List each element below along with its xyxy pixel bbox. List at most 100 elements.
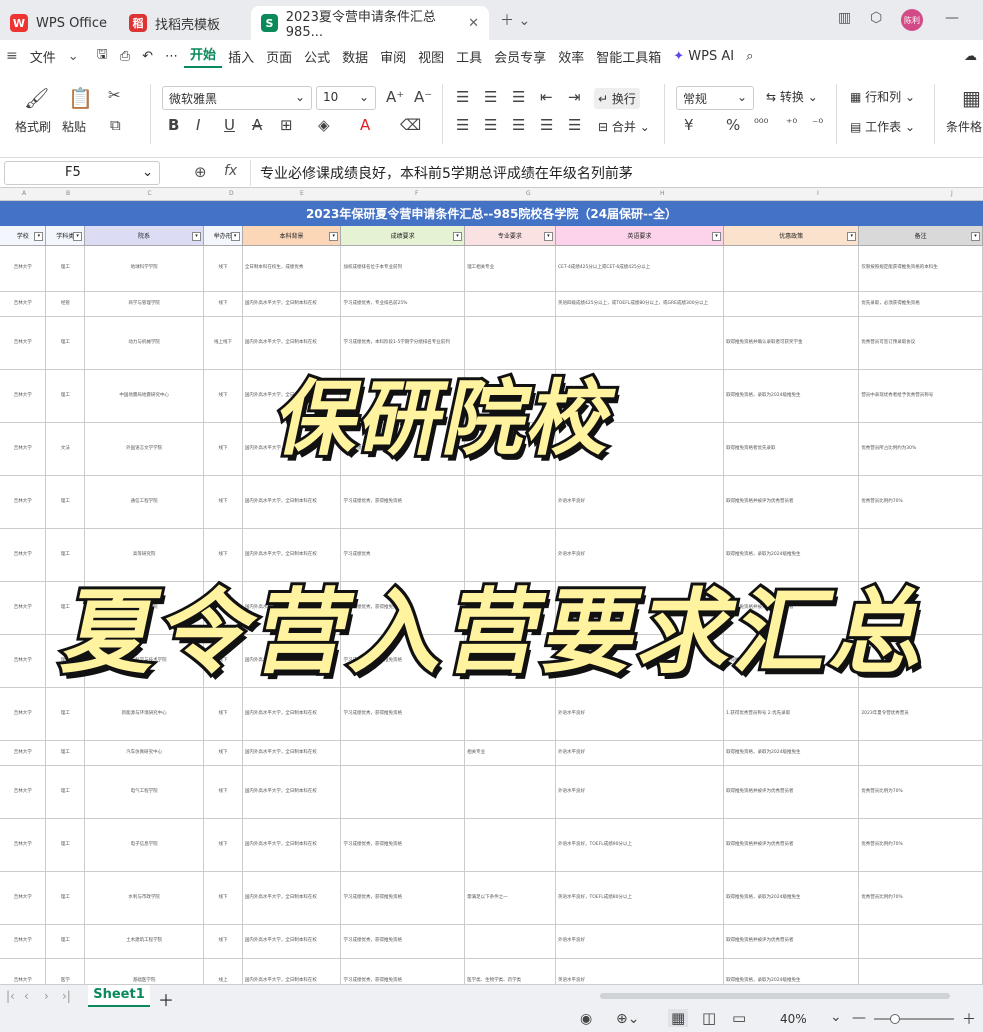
filter-dropdown-icon[interactable]: ▾ bbox=[971, 232, 981, 241]
table-cell[interactable]: 吉林大学 bbox=[0, 766, 47, 818]
table-cell[interactable]: 基础医学院 bbox=[85, 959, 205, 984]
formula-content[interactable]: 专业必修课成绩良好，本科前5学期总评成绩在年级名列前茅 bbox=[260, 163, 633, 183]
indent-icon[interactable]: ⇥ bbox=[568, 88, 581, 106]
table-cell[interactable]: 吉林大学 bbox=[0, 423, 47, 475]
table-cell[interactable]: 国内外高水平大学，全日制本科在校 bbox=[243, 688, 342, 740]
table-cell[interactable] bbox=[465, 688, 556, 740]
column-letter[interactable]: B bbox=[66, 190, 70, 197]
table-cell[interactable]: 理工 bbox=[46, 688, 86, 740]
table-cell[interactable]: 线下 bbox=[204, 476, 243, 528]
save-icon[interactable]: 🖫 bbox=[91, 45, 114, 67]
more-icon[interactable]: ⋯ bbox=[159, 49, 184, 64]
column-header[interactable]: 专业要求 ▾ bbox=[464, 226, 556, 246]
table-cell[interactable]: 吉林大学 bbox=[0, 476, 47, 528]
table-cell[interactable]: 线下 bbox=[204, 688, 243, 740]
table-cell[interactable]: 国内外高水平大学，全日制本科在校 bbox=[243, 766, 342, 818]
table-cell[interactable] bbox=[465, 925, 556, 958]
table-cell[interactable]: 新能源与环境研究中心 bbox=[85, 688, 205, 740]
table-cell[interactable] bbox=[465, 766, 556, 818]
table-cell[interactable]: 取得推免资格并被评为优秀营员者 bbox=[724, 766, 860, 818]
align-right-icon[interactable]: ☰ bbox=[512, 116, 525, 134]
column-letter[interactable]: F bbox=[415, 190, 418, 197]
table-cell[interactable]: 理工 bbox=[46, 741, 86, 765]
table-cell[interactable] bbox=[724, 292, 860, 316]
menu-vip[interactable]: 会员专享 bbox=[488, 47, 552, 66]
zoom-level[interactable]: 40% bbox=[780, 1012, 807, 1026]
filter-dropdown-icon[interactable]: ▾ bbox=[191, 232, 201, 241]
table-cell[interactable]: 优秀营员比例约70% bbox=[859, 476, 983, 528]
table-cell[interactable]: 吉林大学 bbox=[0, 959, 47, 984]
currency-icon[interactable]: ¥ bbox=[684, 116, 694, 134]
table-cell[interactable]: 中国地震局地震研究中心 bbox=[85, 370, 205, 422]
table-cell[interactable]: 相关专业 bbox=[465, 741, 556, 765]
align-middle-icon[interactable]: ☰ bbox=[484, 88, 497, 106]
column-header[interactable]: 学校 ▾ bbox=[0, 226, 47, 246]
table-cell[interactable]: 医学类、生物学类、药学类 bbox=[465, 959, 556, 984]
column-letter[interactable]: E bbox=[300, 190, 304, 197]
table-cell[interactable]: 土木建筑工程学院 bbox=[85, 925, 205, 958]
table-cell[interactable] bbox=[341, 741, 466, 765]
eye-icon[interactable]: ◉ bbox=[580, 1011, 592, 1027]
name-box[interactable]: F5 ⌄ bbox=[4, 161, 160, 185]
table-cell[interactable] bbox=[465, 476, 556, 528]
table-cell[interactable]: 商学与管理学院 bbox=[85, 292, 205, 316]
worksheet-button[interactable]: ▤ 工作表 ⌄ bbox=[850, 118, 915, 135]
table-cell[interactable]: 取得推免资格，录取为2024级推免生 bbox=[724, 959, 860, 984]
paste-label[interactable]: 粘贴 bbox=[62, 118, 86, 135]
table-cell[interactable]: 线上线下 bbox=[204, 317, 243, 369]
column-header[interactable]: 英语要求 ▾ bbox=[555, 226, 724, 246]
table-cell[interactable]: 外语水平良好，TOEFL成绩90分以上 bbox=[556, 819, 725, 871]
table-cell[interactable]: 吉林大学 bbox=[0, 292, 47, 316]
table-cell[interactable]: 汽车仿真研究中心 bbox=[85, 741, 205, 765]
first-sheet-icon[interactable]: |‹ bbox=[6, 989, 15, 1003]
zoom-formula-icon[interactable]: ⊕ bbox=[194, 163, 207, 181]
layout-icon[interactable]: ⊕⌄ bbox=[616, 1011, 639, 1027]
table-cell[interactable]: 取得推免资格并被评为优秀营员者 bbox=[724, 819, 860, 871]
table-cell[interactable]: 理工 bbox=[46, 317, 86, 369]
column-letter[interactable]: G bbox=[526, 190, 531, 197]
column-letter[interactable]: I bbox=[817, 190, 819, 197]
align-center-icon[interactable]: ☰ bbox=[484, 116, 497, 134]
add-sheet-icon[interactable]: ＋ bbox=[158, 987, 174, 1011]
table-cell[interactable]: 取得推免资格并被评为优秀营员者 bbox=[724, 476, 860, 528]
next-sheet-icon[interactable]: › bbox=[44, 989, 49, 1003]
cube-icon[interactable]: ⬡ bbox=[870, 10, 882, 26]
table-cell[interactable] bbox=[859, 741, 983, 765]
menu-efficiency[interactable]: 效率 bbox=[552, 47, 590, 66]
menu-insert[interactable]: 插入 bbox=[222, 47, 260, 66]
avatar[interactable]: 陈利 bbox=[901, 9, 923, 31]
merge-button[interactable]: ⊟ 合并 ⌄ bbox=[598, 118, 650, 135]
table-cell[interactable]: 通信工程学院 bbox=[85, 476, 205, 528]
table-cell[interactable]: 线下 bbox=[204, 925, 243, 958]
column-header[interactable]: 备注 ▾ bbox=[859, 226, 983, 246]
column-letter[interactable]: J bbox=[951, 190, 953, 197]
table-cell[interactable]: 吉林大学 bbox=[0, 925, 47, 958]
page-break-icon[interactable]: ▭ bbox=[732, 1009, 746, 1027]
filter-dropdown-icon[interactable]: ▾ bbox=[230, 232, 240, 241]
table-cell[interactable]: 线下 bbox=[204, 246, 243, 291]
table-cell[interactable]: 国内外高水平大学，全日制本科在校 bbox=[243, 819, 342, 871]
sheet-tab[interactable]: Sheet1 bbox=[88, 985, 150, 1007]
table-cell[interactable]: 外语水平良好 bbox=[556, 925, 725, 958]
filter-dropdown-icon[interactable]: ▾ bbox=[452, 232, 462, 241]
column-letter[interactable]: D bbox=[229, 190, 234, 197]
number-format-select[interactable]: 常规 ⌄ bbox=[676, 86, 754, 110]
table-cell[interactable] bbox=[465, 819, 556, 871]
table-cell[interactable]: 线下 bbox=[204, 766, 243, 818]
menu-formula[interactable]: 公式 bbox=[298, 47, 336, 66]
table-cell[interactable]: 国内外高水平大学，全日制本科在校 bbox=[243, 925, 342, 958]
table-cell[interactable]: 理工 bbox=[46, 925, 86, 958]
border-icon[interactable]: ⊞ bbox=[280, 116, 293, 134]
table-cell[interactable]: 学习成绩优秀，获得推免资格 bbox=[341, 688, 466, 740]
table-cell[interactable]: 线下 bbox=[204, 370, 243, 422]
table-cell[interactable]: 学习成绩优秀，获得推免资格 bbox=[341, 925, 466, 958]
decrease-font-icon[interactable]: A⁻ bbox=[414, 88, 432, 106]
conditional-format-label[interactable]: 条件格 bbox=[946, 118, 982, 135]
increase-font-icon[interactable]: A⁺ bbox=[386, 88, 404, 106]
table-cell[interactable]: 国内外高水平大学，全日制本科在校 bbox=[243, 476, 342, 528]
zoom-slider[interactable] bbox=[874, 1014, 954, 1024]
table-cell[interactable]: 需满足以下条件之一 bbox=[465, 872, 556, 924]
table-cell[interactable]: 国内外高水平大学，全日制本科在校 bbox=[243, 959, 342, 984]
add-decimal-icon[interactable]: ⁺⁰ bbox=[786, 116, 797, 130]
filter-dropdown-icon[interactable]: ▾ bbox=[329, 232, 339, 241]
